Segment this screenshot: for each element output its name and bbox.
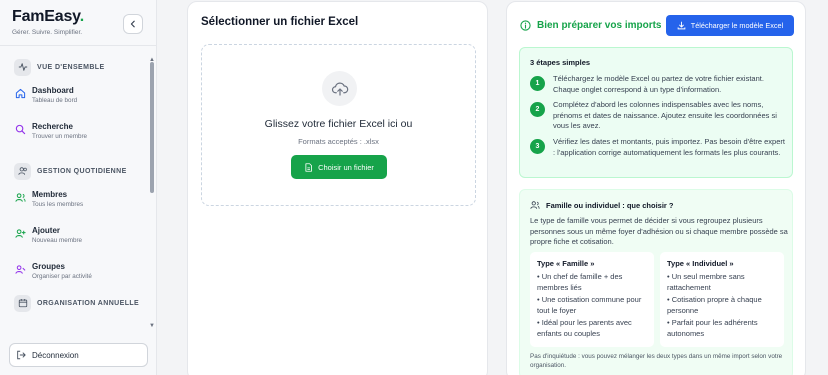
step-1: 1 Téléchargez le modèle Excel ou partez … <box>530 74 785 95</box>
section-gestion-quotidienne: GESTION QUOTIDIENNE <box>14 160 148 182</box>
download-icon <box>677 21 686 30</box>
sidebar-scrollbar[interactable]: ▲ ▼ <box>148 57 156 335</box>
accepted-formats: Formats acceptés : .xlsx <box>298 137 379 146</box>
sidebar: FamEasy. Gérer. Suivre. Simplifier. VUE … <box>0 0 157 375</box>
section-organisation-annuelle: ORGANISATION ANNUELLE <box>14 292 148 314</box>
scroll-down-arrow-icon[interactable]: ▼ <box>149 323 155 329</box>
type-item: • Idéal pour les parents avec enfants ou… <box>537 318 632 338</box>
import-guide-card: Bien préparer vos imports Télécharger le… <box>506 1 806 375</box>
activity-icon <box>14 58 31 76</box>
step-number-badge: 3 <box>530 139 545 154</box>
type-item: • Une cotisation commune pour tout le fo… <box>537 295 642 315</box>
chevron-left-icon <box>130 20 135 28</box>
dropzone-text: Glissez votre fichier Excel ici ou <box>264 118 413 130</box>
steps-title: 3 étapes simples <box>530 58 591 67</box>
users-icon <box>530 201 540 209</box>
type-item: • Parfait pour les adhérents autonomes <box>667 318 758 338</box>
family-type-note: Pas d'inquiétude : vous pouvez mélanger … <box>530 353 783 369</box>
type-item: • Un seul membre sans rattachement <box>667 272 745 292</box>
logout-button[interactable]: Déconnexion <box>9 343 148 367</box>
step-number-badge: 1 <box>530 76 545 91</box>
steps-panel: 3 étapes simples 1 Téléchargez le modèle… <box>519 47 793 178</box>
family-type-description: Le type de famille vous permet de décide… <box>530 216 788 247</box>
cloud-upload-icon <box>322 71 357 106</box>
type-item: • Cotisation propre à chaque personne <box>667 295 762 315</box>
scrollbar-thumb[interactable] <box>150 62 154 193</box>
family-type-panel: Famille ou individuel : que choisir ? Le… <box>519 189 793 375</box>
guide-title: Bien préparer vos imports <box>537 20 662 31</box>
choose-file-button[interactable]: Choisir un fichier <box>291 155 387 179</box>
sidebar-item-ajouter[interactable]: Ajouter Nouveau membre <box>14 218 148 254</box>
user-plus-icon <box>14 227 26 239</box>
type-famille-box: Type « Famille » • Un chef de famille + … <box>530 252 654 347</box>
logout-icon <box>17 350 26 360</box>
home-icon <box>14 87 26 99</box>
calendar-icon <box>14 294 31 312</box>
step-2: 2 Complétez d'abord les colonnes indispe… <box>530 100 785 132</box>
sidebar-item-groupes[interactable]: Groupes Organiser par activité <box>14 254 148 290</box>
type-item: • Un chef de famille + des membres liés <box>537 272 623 292</box>
app-tagline: Gérer. Suivre. Simplifier. <box>12 29 83 36</box>
upload-title: Sélectionner un fichier Excel <box>201 16 359 28</box>
guide-header: Bien préparer vos imports <box>520 20 661 31</box>
sidebar-item-dashboard[interactable]: Dashboard Tableau de bord <box>14 78 148 114</box>
brand: FamEasy. Gérer. Suivre. Simplifier. <box>12 8 84 36</box>
file-icon <box>305 162 312 172</box>
info-icon <box>520 20 531 31</box>
type-individuel-box: Type « Individuel » • Un seul membre san… <box>660 252 784 347</box>
step-text: Vérifiez les dates et montants, puis imp… <box>553 137 785 157</box>
upload-card: Sélectionner un fichier Excel Glissez vo… <box>187 1 488 375</box>
section-vue-ensemble: VUE D'ENSEMBLE <box>14 56 148 78</box>
users-icon <box>14 162 31 180</box>
sidebar-nav: VUE D'ENSEMBLE Dashboard Tableau de bord … <box>0 46 148 336</box>
step-text: Téléchargez le modèle Excel ou partez de… <box>553 74 764 94</box>
app-logo[interactable]: FamEasy. <box>12 8 84 26</box>
users-icon <box>14 191 26 203</box>
file-dropzone[interactable]: Glissez votre fichier Excel ici ou Forma… <box>201 44 476 206</box>
sidebar-item-membres[interactable]: Membres Tous les membres <box>14 182 148 218</box>
family-type-header: Famille ou individuel : que choisir ? <box>530 200 674 210</box>
step-number-badge: 2 <box>530 102 545 117</box>
step-text: Complétez d'abord les colonnes indispens… <box>553 100 777 130</box>
search-icon <box>14 123 26 135</box>
sidebar-item-recherche[interactable]: Recherche Trouver un membre <box>14 114 148 150</box>
collapse-sidebar-button[interactable] <box>123 14 143 34</box>
step-3: 3 Vérifiez les dates et montants, puis i… <box>530 137 785 158</box>
user-group-icon <box>14 263 26 275</box>
download-template-button[interactable]: Télécharger le modèle Excel <box>666 15 794 36</box>
